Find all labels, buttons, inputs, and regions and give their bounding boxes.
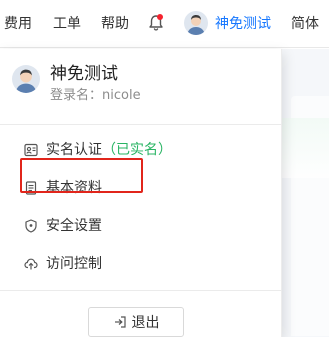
profile-name: 神免测试	[50, 64, 118, 84]
menu-label-basic-info: 基本资料	[46, 180, 102, 196]
document-icon	[24, 181, 38, 195]
divider	[0, 290, 282, 291]
notification-dot	[157, 14, 163, 20]
id-card-icon	[24, 143, 38, 157]
cloud-upload-icon	[24, 257, 38, 271]
menu-item-access-control[interactable]: 访问控制	[0, 245, 282, 283]
language-switch[interactable]: 简体	[291, 0, 319, 48]
logout-button[interactable]: 退出	[88, 307, 184, 337]
menu-label-real-name: 实名认证	[46, 142, 102, 158]
logout-icon	[113, 315, 127, 329]
bell-icon[interactable]	[148, 14, 166, 34]
profile-login-name: 登录名：nicole	[50, 88, 141, 103]
profile-header: 神免测试 登录名：nicole	[0, 49, 282, 124]
nav-username[interactable]: 神免测试	[215, 0, 271, 48]
menu-item-security-settings[interactable]: 安全设置	[0, 207, 282, 245]
nav-item-billing[interactable]: 费用	[4, 0, 32, 48]
shield-icon	[24, 219, 38, 233]
user-dropdown-menu: 神免测试 登录名：nicole 实名认证（已实名） 基本资料 安全设置 访问控制…	[0, 49, 282, 337]
menu-item-real-name-verification[interactable]: 实名认证（已实名）	[0, 131, 282, 169]
menu-label-access-control: 访问控制	[46, 256, 102, 272]
background-highlight	[282, 118, 329, 178]
profile-avatar	[12, 65, 40, 93]
top-navigation-bar: 费用 工单 帮助 神免测试 简体	[0, 0, 329, 48]
menu-label-security-settings: 安全设置	[46, 218, 102, 234]
menu-item-basic-info[interactable]: 基本资料	[0, 169, 282, 207]
logout-label: 退出	[131, 315, 160, 331]
nav-item-help[interactable]: 帮助	[101, 0, 129, 48]
divider	[0, 124, 282, 125]
nav-item-tickets[interactable]: 工单	[53, 0, 81, 48]
verified-badge: （已实名）	[102, 142, 172, 158]
user-avatar[interactable]	[184, 11, 208, 35]
